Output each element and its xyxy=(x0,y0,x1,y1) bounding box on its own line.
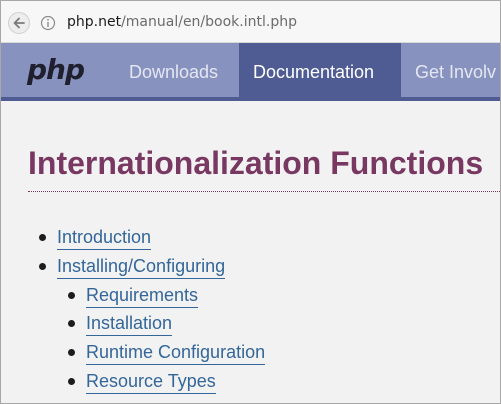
url-path: /manual/en/book.intl.php xyxy=(121,14,297,30)
bullet-icon xyxy=(68,320,75,327)
info-icon xyxy=(40,15,56,31)
url-host: php.net xyxy=(67,14,122,30)
toc-link-requirements[interactable]: Requirements xyxy=(86,284,199,308)
site-navbar: php Downloads Documentation Get Involv xyxy=(1,43,500,101)
site-info-button[interactable] xyxy=(39,14,57,32)
php-logo[interactable]: php xyxy=(27,53,85,86)
toc-link-resource-types[interactable]: Resource Types xyxy=(86,370,216,394)
nav-downloads[interactable]: Downloads xyxy=(129,43,218,101)
bullet-icon xyxy=(68,292,75,299)
toc-link-installing-configuring[interactable]: Installing/Configuring xyxy=(57,255,226,279)
main-content: Internationalization Functions Introduct… xyxy=(1,105,500,403)
toc-link-introduction[interactable]: Introduction xyxy=(57,226,152,250)
bullet-icon xyxy=(68,378,75,385)
toc-link-installation[interactable]: Installation xyxy=(86,312,173,336)
browser-window: php.net/manual/en/book.intl.php php Down… xyxy=(0,0,501,404)
title-divider xyxy=(28,191,500,192)
address-bar: php.net/manual/en/book.intl.php xyxy=(1,1,500,43)
bullet-icon xyxy=(39,263,46,270)
arrow-left-icon xyxy=(13,17,25,29)
bullet-icon xyxy=(68,349,75,356)
page-title: Internationalization Functions xyxy=(28,145,484,181)
toc-link-runtime-configuration[interactable]: Runtime Configuration xyxy=(86,341,266,365)
bullet-icon xyxy=(39,234,46,241)
back-button[interactable] xyxy=(8,12,30,34)
nav-documentation[interactable]: Documentation xyxy=(239,43,401,101)
nav-get-involved[interactable]: Get Involv xyxy=(415,43,496,101)
url-field[interactable]: php.net/manual/en/book.intl.php xyxy=(67,14,297,30)
